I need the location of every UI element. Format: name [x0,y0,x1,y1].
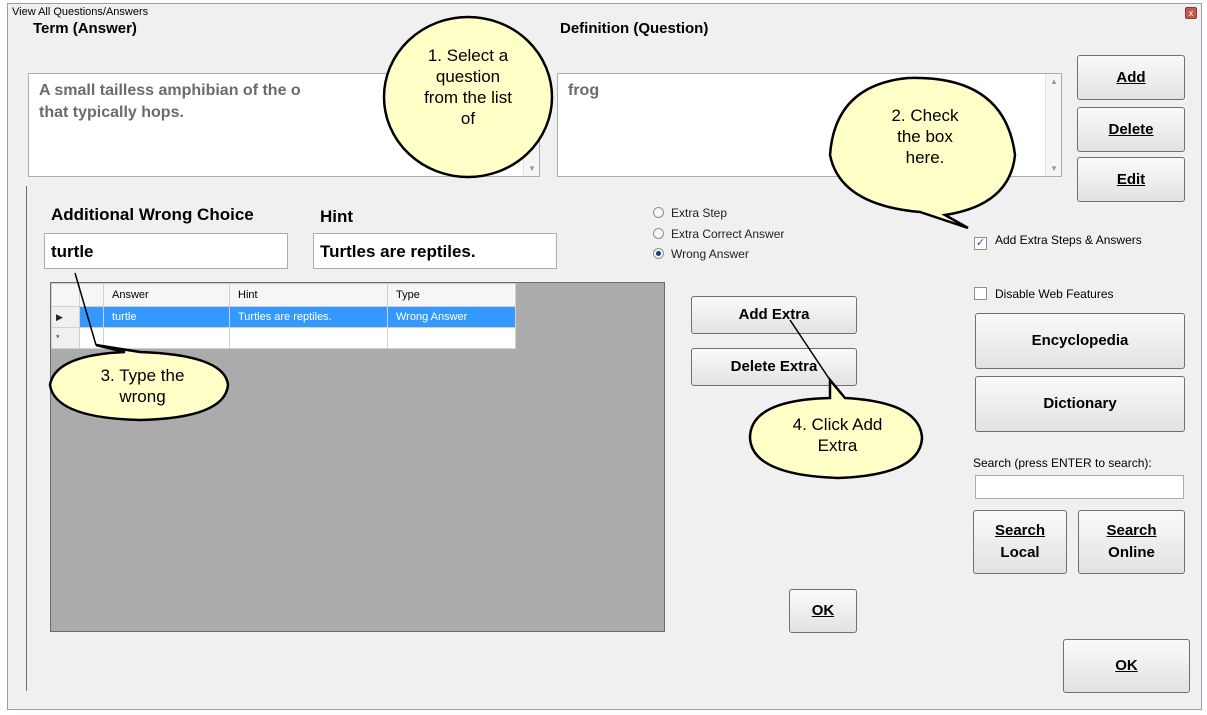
callout-text-2: 2. Check the box here. [891,106,959,167]
callout-pointer-4 [789,319,831,381]
callout-text-4: 4. Click Add Extra [792,415,883,455]
callout-text-3: 3. Type the wrong [100,366,185,406]
callout-text-1: 1. Select a question from the list of [424,46,512,128]
callout-pointer-3 [74,272,97,346]
callout-bubbles [48,15,1017,480]
